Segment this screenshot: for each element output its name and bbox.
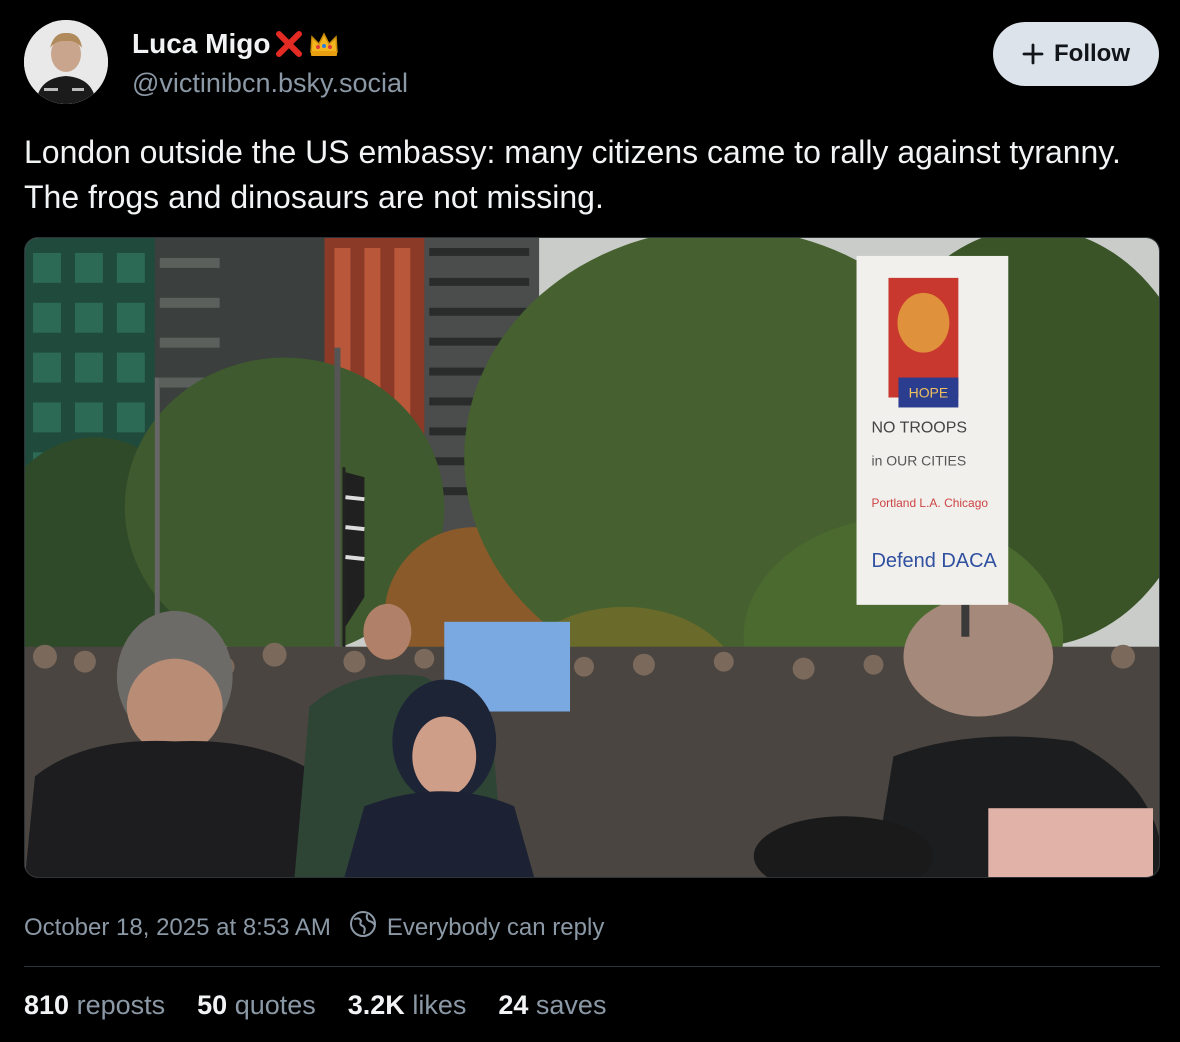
divider [24,966,1160,967]
saves-stat[interactable]: 24 saves [498,990,606,1021]
author-display-name: Luca Migo [132,28,271,59]
follow-button[interactable]: Follow [993,22,1159,86]
protest-scene-image: HOPE NO TROOPS in OUR CITIES Portland L.… [25,238,1159,877]
engagement-stats: 810 reposts 50 quotes 3.2K likes 24 save… [24,990,606,1021]
sign-text-line-3: Portland L.A. Chicago [872,496,989,510]
author-handle[interactable]: @victinibcn.bsky.social [132,68,408,99]
post-thread-view: Luca Migo @victinibcn.bsky.social Follow [0,0,1180,1042]
likes-stat[interactable]: 3.2K likes [348,990,467,1021]
sign-text-line-4: Defend DACA [872,550,998,572]
saves-label: saves [535,990,607,1020]
post-media-image[interactable]: HOPE NO TROOPS in OUR CITIES Portland L.… [24,237,1160,878]
saves-count: 24 [498,990,529,1020]
sign-text-hope: HOPE [909,385,949,401]
post-meta: October 18, 2025 at 8:53 AM Everybody ca… [24,910,604,945]
plus-icon [1022,43,1044,65]
reposts-stat[interactable]: 810 reposts [24,990,165,1021]
globe-icon [349,910,377,945]
crown-icon [308,30,340,58]
post-text: London outside the US embassy: many citi… [24,134,1121,215]
quotes-stat[interactable]: 50 quotes [197,990,316,1021]
post-timestamp[interactable]: October 18, 2025 at 8:53 AM [24,914,331,942]
sign-text-line-1: NO TROOPS [872,419,968,436]
reposts-count: 810 [24,990,70,1020]
reposts-label: reposts [76,990,166,1020]
quotes-label: quotes [234,990,316,1020]
avatar-image [24,20,108,104]
follow-button-label: Follow [1054,40,1130,67]
reply-setting-label: Everybody can reply [386,913,605,941]
likes-count: 3.2K [347,990,405,1020]
cross-mark-icon [274,29,304,59]
author-display-name-row[interactable]: Luca Migo [132,28,340,60]
sign-text-line-2: in OUR CITIES [872,452,967,468]
avatar[interactable] [24,20,108,104]
likes-label: likes [412,990,467,1020]
quotes-count: 50 [197,990,228,1020]
reply-setting[interactable]: Everybody can reply [349,910,604,945]
